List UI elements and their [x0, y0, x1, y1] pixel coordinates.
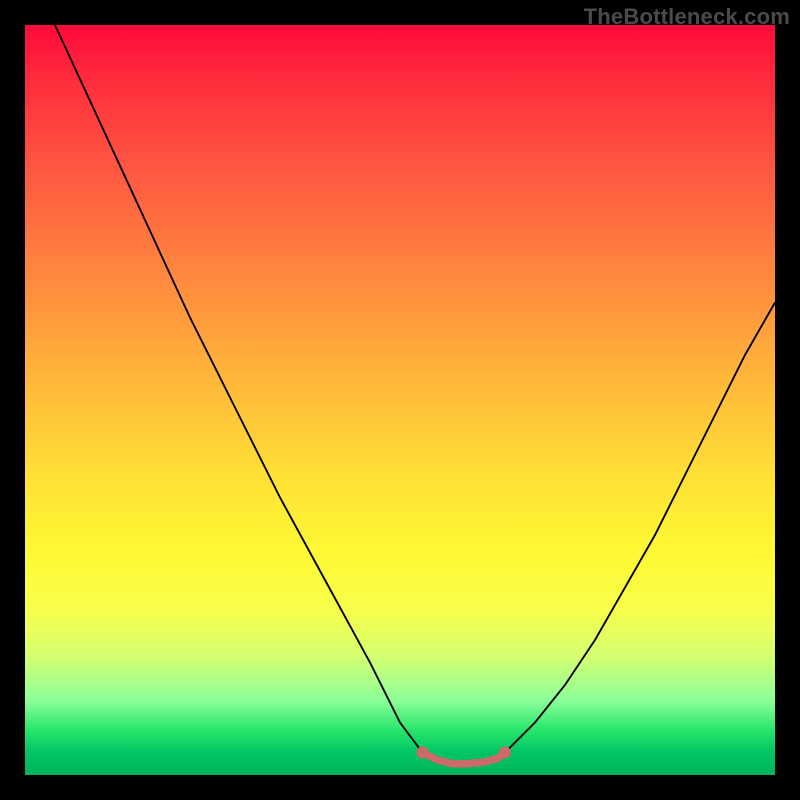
watermark-text: TheBottleneck.com: [584, 4, 790, 30]
valley-floor-end-dot: [499, 747, 511, 759]
curve-overlay: [25, 25, 775, 775]
plot-area: [25, 25, 775, 775]
valley-floor-start-dot: [417, 747, 429, 759]
left-curve-path: [55, 25, 423, 753]
chart-frame: TheBottleneck.com: [0, 0, 800, 800]
valley-floor-path: [423, 753, 506, 764]
right-curve-path: [505, 303, 775, 753]
